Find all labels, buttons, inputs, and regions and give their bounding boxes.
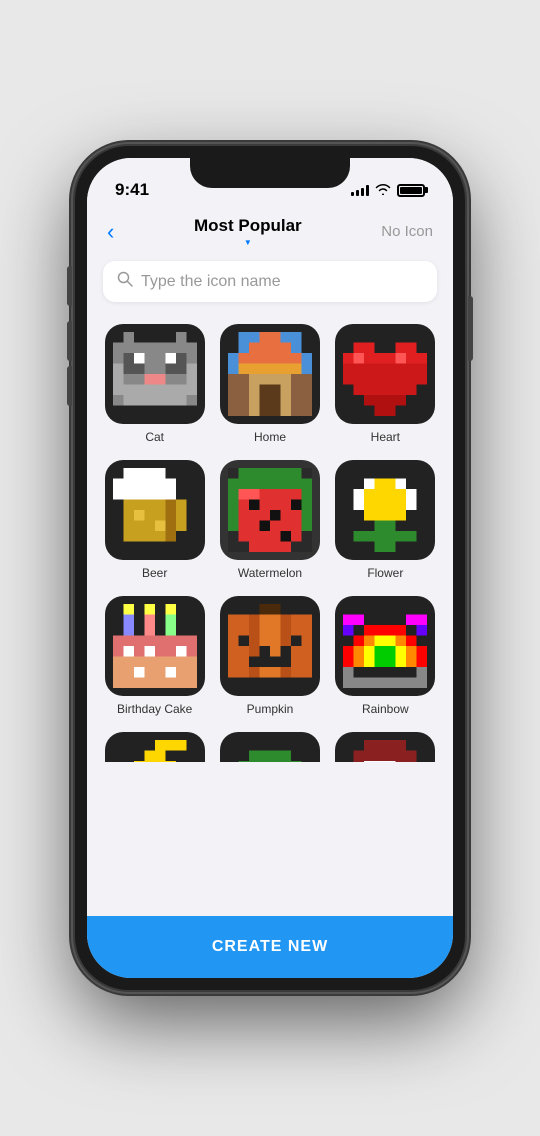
search-input[interactable]: Type the icon name xyxy=(141,273,281,291)
nav-title: Most Popular ▼ xyxy=(194,216,302,247)
icon-cell-birthday-cake[interactable]: Birthday Cake xyxy=(97,588,212,724)
icon-cell-rainbow[interactable]: Rainbow xyxy=(328,588,443,724)
phone-wrapper: 9:41 xyxy=(0,0,540,1136)
search-bar[interactable]: Type the icon name xyxy=(103,261,437,302)
icon-cell-heart[interactable]: Heart xyxy=(328,316,443,452)
nav-bar: ‹ Most Popular ▼ No Icon xyxy=(87,208,453,255)
notch xyxy=(190,158,350,188)
phone-shell: 9:41 xyxy=(75,146,465,990)
icon-label-flower: Flower xyxy=(367,566,403,580)
icon-grid: Cat xyxy=(87,312,453,762)
phone-screen: 9:41 xyxy=(87,158,453,978)
icon-cell-football-player[interactable]: Football Player xyxy=(328,724,443,762)
signal-icon xyxy=(351,184,369,196)
icon-cell-weekend[interactable]: Weekend xyxy=(212,724,327,762)
icon-label-cat: Cat xyxy=(145,430,164,444)
icon-label-pumpkin: Pumpkin xyxy=(247,702,294,716)
icon-label-heart: Heart xyxy=(371,430,400,444)
search-icon xyxy=(117,271,133,292)
back-button[interactable]: ‹ xyxy=(107,219,114,245)
status-time: 9:41 xyxy=(115,180,149,200)
icon-cell-flower[interactable]: Flower xyxy=(328,452,443,588)
icon-cell-cat[interactable]: Cat xyxy=(97,316,212,452)
icon-cell-watermelon[interactable]: Watermelon xyxy=(212,452,327,588)
wifi-icon xyxy=(375,183,391,198)
icon-cell-beer[interactable]: Beer xyxy=(97,452,212,588)
icon-cell-pumpkin[interactable]: Pumpkin xyxy=(212,588,327,724)
no-icon-button[interactable]: No Icon xyxy=(381,223,433,240)
content-area: Cat xyxy=(87,312,453,978)
icon-cell-lightning[interactable]: Lightning xyxy=(97,724,212,762)
create-new-button[interactable]: CREATE NEW xyxy=(87,916,453,978)
icon-label-birthday-cake: Birthday Cake xyxy=(117,702,192,716)
battery-icon xyxy=(397,184,425,197)
status-icons xyxy=(351,183,425,198)
icon-label-beer: Beer xyxy=(142,566,167,580)
icon-label-watermelon: Watermelon xyxy=(238,566,302,580)
icon-label-rainbow: Rainbow xyxy=(362,702,409,716)
icon-label-home: Home xyxy=(254,430,286,444)
nav-title-arrow: ▼ xyxy=(244,238,252,247)
icon-cell-home[interactable]: Home xyxy=(212,316,327,452)
